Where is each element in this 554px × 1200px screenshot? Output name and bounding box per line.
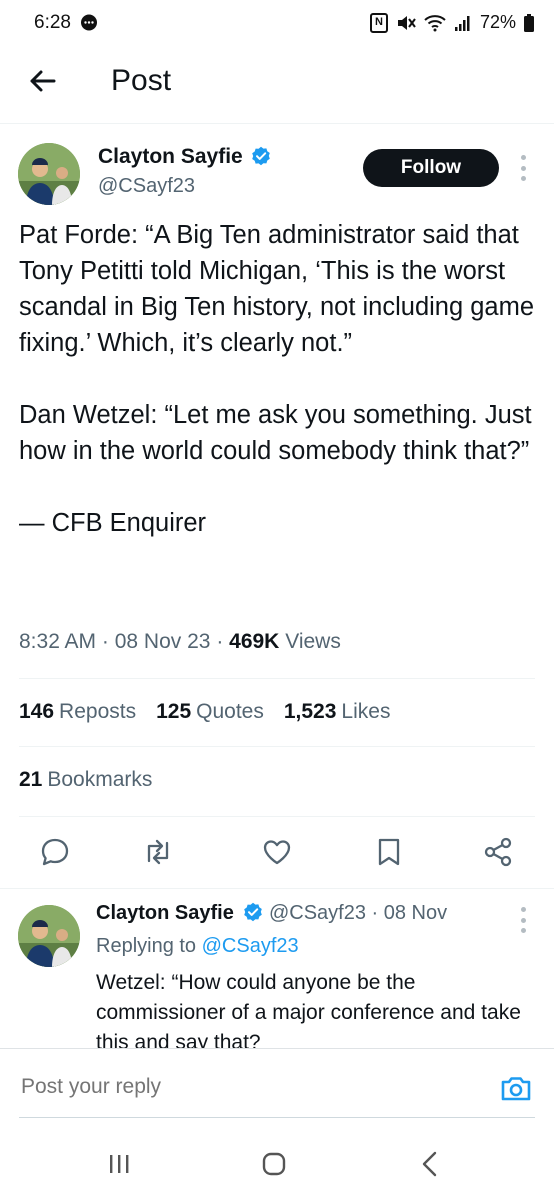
quotes-label: Quotes [196, 700, 264, 723]
reply-input[interactable] [19, 1074, 423, 1100]
reposts-label: Reposts [59, 700, 137, 723]
more-options-icon[interactable] [519, 155, 527, 181]
page-title: Post [111, 64, 172, 97]
bookmarks-label: Bookmarks [47, 768, 153, 791]
battery-icon [524, 13, 534, 32]
status-icons: N 72% [369, 12, 534, 33]
likes-count: 1,523 [283, 700, 337, 723]
meta-divider [19, 678, 535, 679]
likes-stat[interactable]: 1,523 Likes [284, 700, 391, 724]
post-meta: 8:32 AM · 08 Nov 23 · 469K Views [19, 630, 341, 654]
avatar-image [18, 905, 80, 967]
meta-separator: · [371, 902, 384, 924]
like-icon[interactable] [261, 836, 293, 868]
likes-label: Likes [341, 700, 391, 723]
actions-divider [0, 888, 554, 889]
reply-header: Clayton Sayfie @CSayf23 · 08 Nov [96, 902, 447, 925]
bookmarks-count: 21 [19, 768, 43, 791]
meta-separator: · [216, 630, 230, 653]
quotes-count: 125 [156, 700, 192, 723]
camera-icon[interactable] [499, 1072, 533, 1106]
reply-date: 08 Nov [383, 902, 448, 924]
reply-author-name[interactable]: Clayton Sayfie [96, 902, 234, 924]
battery-percent: 72% [479, 12, 516, 32]
follow-button[interactable]: Follow [363, 149, 499, 187]
author-handle[interactable]: @CSayf23 [98, 175, 195, 198]
replying-prefix: Replying to [96, 935, 197, 957]
bookmarks-stat[interactable]: 21 Bookmarks [19, 768, 152, 792]
composer-underline [19, 1117, 535, 1118]
views-label: Views [285, 630, 341, 653]
bookmark-icon[interactable] [373, 836, 405, 868]
system-back-icon[interactable] [420, 1151, 440, 1177]
signal-icon [454, 15, 470, 31]
reply-icon[interactable] [39, 836, 71, 868]
replying-mention[interactable]: @CSayf23 [202, 935, 299, 957]
post-time: 8:32 AM [19, 630, 97, 653]
repost-icon[interactable] [142, 836, 174, 868]
header-divider [0, 123, 554, 124]
verified-badge-icon [244, 902, 263, 922]
reply-more-options-icon[interactable] [519, 907, 527, 933]
nfc-icon: N [369, 12, 388, 33]
author-name[interactable]: Clayton Sayfie [98, 145, 243, 168]
verified-badge-icon [252, 146, 270, 166]
reply-author-handle[interactable]: @CSayf23 [269, 902, 366, 924]
replying-to: Replying to @CSayf23 [96, 935, 299, 958]
reply-avatar[interactable] [18, 905, 80, 967]
back-arrow-icon[interactable] [26, 64, 60, 98]
post-text: Pat Forde: “A Big Ten administrator said… [19, 221, 535, 537]
post-date: 08 Nov 23 [114, 630, 211, 653]
avatar-image [18, 143, 80, 205]
views-count: 469K [229, 630, 280, 653]
avatar[interactable] [18, 143, 80, 205]
meta-separator: · [101, 630, 115, 653]
post-author[interactable]: Clayton Sayfie [98, 145, 271, 169]
home-icon[interactable] [262, 1152, 286, 1176]
status-time: 6:28 [34, 12, 71, 33]
mute-icon [397, 15, 416, 30]
bookmarks-divider [19, 816, 535, 817]
stats-divider [19, 746, 535, 747]
share-icon[interactable] [482, 836, 514, 868]
recent-apps-icon[interactable] [105, 1153, 133, 1175]
wifi-icon [424, 14, 446, 31]
engagement-stats: 146 Reposts 125 Quotes 1,523 Likes [19, 700, 390, 724]
quotes-stat[interactable]: 125 Quotes [156, 700, 264, 724]
chat-bubble-icon [81, 14, 97, 31]
reposts-count: 146 [19, 700, 55, 723]
reply-text: Wetzel: “How could anyone be the commiss… [96, 971, 521, 1048]
reposts-stat[interactable]: 146 Reposts [19, 700, 136, 724]
